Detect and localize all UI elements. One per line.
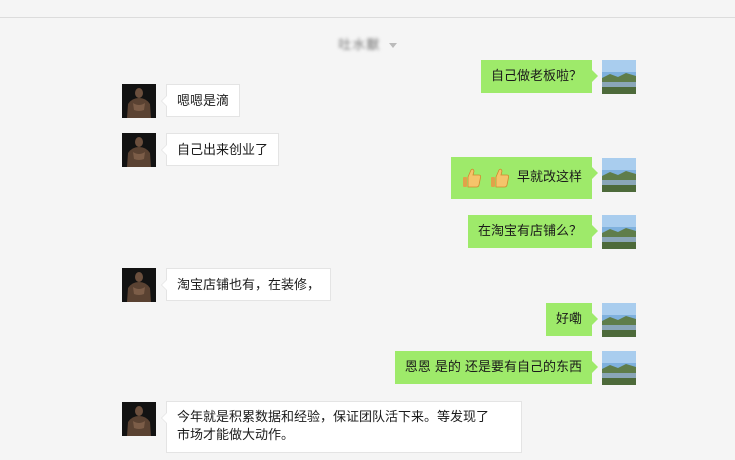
message-bubble-sent[interactable]: 恩恩 是的 还是要有自己的东西 <box>394 351 599 384</box>
message-text: 自己做老板啦？ <box>490 69 582 84</box>
contact-name[interactable]: 吐水獸 <box>338 34 380 53</box>
window-top-divider <box>0 17 735 18</box>
self-avatar[interactable] <box>602 303 636 337</box>
message-bubble-sent[interactable]: 在淘宝有店铺么？ <box>467 215 599 248</box>
message-bubble-received[interactable]: 今年就是积累数据和经验，保证团队活下来。等发现了 市场才能做大动作。 <box>161 401 522 453</box>
message-text-line: 市场才能做大动作。 <box>177 428 295 443</box>
contact-avatar[interactable] <box>122 133 156 167</box>
message-bubble-received[interactable]: 自己出来创业了 <box>160 133 280 166</box>
message-bubble-sent[interactable]: 早就改这样 <box>450 157 599 199</box>
message-text: 淘宝店铺也有，在装修， <box>177 278 321 293</box>
message-bubble-sent[interactable]: 自己做老板啦？ <box>480 60 599 93</box>
thumbs-up-icon <box>489 167 511 189</box>
message-text: 自己出来创业了 <box>177 143 269 158</box>
message-text: 嗯嗯是滴 <box>177 94 230 109</box>
self-avatar[interactable] <box>602 351 636 385</box>
message-text-line: 今年就是积累数据和经验，保证团队活下来。等发现了 <box>177 410 490 425</box>
message-text: 早就改这样 <box>516 170 582 185</box>
contact-avatar[interactable] <box>122 268 156 302</box>
message-text: 恩恩 是的 还是要有自己的东西 <box>404 360 582 375</box>
self-avatar[interactable] <box>602 60 636 94</box>
thumbs-up-icon <box>461 167 483 189</box>
self-avatar[interactable] <box>602 158 636 192</box>
message-bubble-received[interactable]: 淘宝店铺也有，在装修， <box>160 268 332 301</box>
message-bubble-sent[interactable]: 好嘞 <box>545 303 599 336</box>
chevron-down-icon[interactable] <box>388 43 397 48</box>
chat-header[interactable]: 吐水獸 <box>0 34 735 53</box>
message-text: 好嘞 <box>555 312 582 327</box>
contact-avatar[interactable] <box>122 402 156 436</box>
contact-avatar[interactable] <box>122 84 156 118</box>
message-text: 在淘宝有店铺么？ <box>477 224 582 239</box>
self-avatar[interactable] <box>602 215 636 249</box>
message-bubble-received[interactable]: 嗯嗯是滴 <box>160 84 241 117</box>
